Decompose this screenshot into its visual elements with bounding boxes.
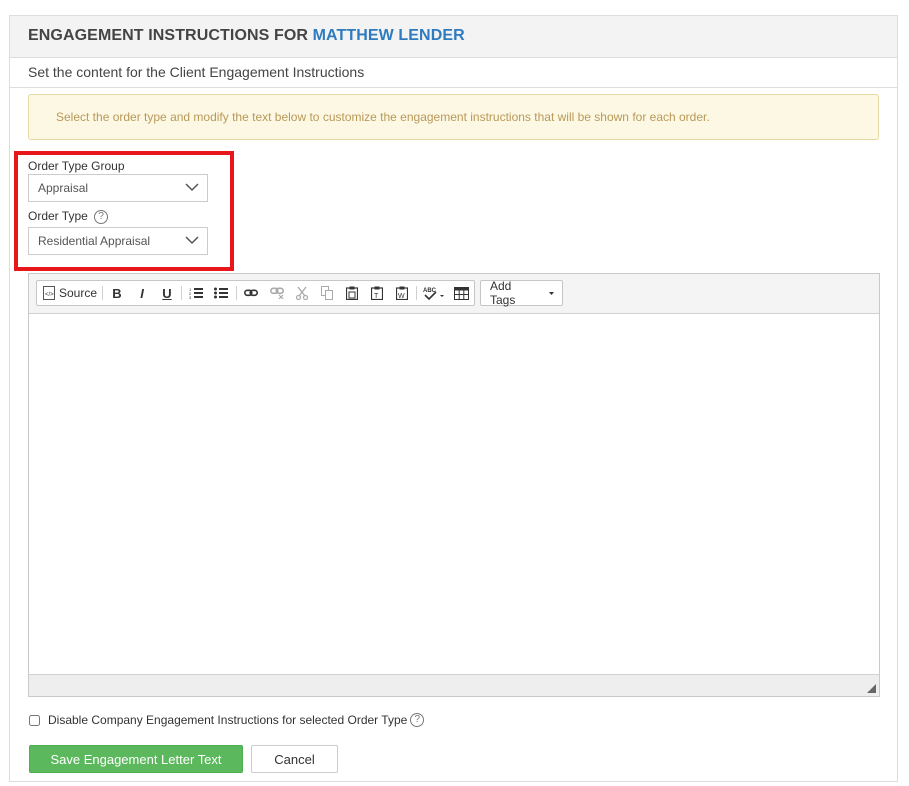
numbered-list-icon: 1 2 3 bbox=[189, 287, 203, 299]
panel-subheader: Set the content for the Client Engagemen… bbox=[10, 58, 897, 88]
order-type-group-select[interactable]: Appraisal bbox=[28, 174, 208, 202]
link-icon bbox=[244, 289, 258, 297]
lender-name: MATTHEW LENDER bbox=[312, 27, 465, 44]
save-engagement-letter-button[interactable]: Save Engagement Letter Text bbox=[29, 745, 243, 773]
editor-toolbar: </> Source B I U 1 2 3 T W ABC Add Tags bbox=[29, 274, 879, 314]
toolbar-separator bbox=[416, 286, 417, 300]
cut-icon bbox=[296, 286, 308, 300]
chevron-down-icon bbox=[185, 236, 199, 245]
rich-text-editor: </> Source B I U 1 2 3 T W ABC Add Tags bbox=[28, 273, 880, 697]
svg-text:T: T bbox=[374, 293, 379, 300]
source-button[interactable]: </> Source bbox=[41, 284, 99, 302]
info-alert: Select the order type and modify the tex… bbox=[28, 94, 879, 140]
resize-handle-icon[interactable] bbox=[867, 684, 876, 693]
source-icon: </> bbox=[42, 286, 55, 300]
underline-button[interactable]: U bbox=[159, 284, 175, 302]
order-type-select[interactable]: Residential Appraisal bbox=[28, 227, 208, 255]
caret-down-icon bbox=[549, 292, 554, 295]
paste-text-icon: T bbox=[371, 286, 383, 300]
bulleted-list-icon bbox=[214, 287, 228, 299]
copy-button[interactable] bbox=[318, 284, 336, 302]
paste-text-button[interactable]: T bbox=[368, 284, 386, 302]
editor-footer bbox=[29, 674, 879, 696]
paste-button[interactable] bbox=[343, 284, 361, 302]
italic-button[interactable]: I bbox=[134, 284, 150, 302]
editor-content-area[interactable] bbox=[29, 314, 879, 674]
toolbar-separator bbox=[181, 286, 182, 300]
numbered-list-button[interactable]: 1 2 3 bbox=[187, 284, 205, 302]
copy-icon bbox=[321, 286, 333, 300]
spellcheck-button[interactable]: ABC bbox=[422, 284, 446, 302]
toolbar-separator bbox=[236, 286, 237, 300]
toolbar-button-group: </> Source B I U 1 2 3 T W ABC bbox=[36, 280, 475, 306]
order-type-group-label: Order Type Group bbox=[28, 159, 125, 173]
toolbar-separator bbox=[102, 286, 103, 300]
engagement-instructions-panel: ENGAGEMENT INSTRUCTIONS FOR MATTHEW LEND… bbox=[9, 15, 898, 782]
cancel-button[interactable]: Cancel bbox=[251, 745, 338, 773]
paste-icon bbox=[346, 286, 358, 300]
svg-text:3: 3 bbox=[189, 295, 192, 299]
disable-instructions-label: Disable Company Engagement Instructions … bbox=[48, 713, 408, 727]
disable-instructions-checkbox[interactable] bbox=[29, 714, 40, 726]
spellcheck-icon: ABC bbox=[423, 288, 444, 300]
bold-button[interactable]: B bbox=[109, 284, 125, 302]
disable-instructions-row: Disable Company Engagement Instructions … bbox=[29, 713, 425, 727]
paste-word-icon: W bbox=[396, 286, 408, 300]
unlink-button[interactable] bbox=[268, 284, 286, 302]
paste-word-button[interactable]: W bbox=[393, 284, 411, 302]
help-icon[interactable]: ? bbox=[410, 713, 425, 727]
add-tags-dropdown[interactable]: Add Tags bbox=[480, 279, 563, 307]
unlink-icon bbox=[270, 287, 284, 299]
help-icon[interactable]: ? bbox=[94, 210, 109, 224]
page-title: ENGAGEMENT INSTRUCTIONS FOR bbox=[28, 27, 309, 44]
svg-text:W: W bbox=[398, 293, 405, 300]
panel-header: ENGAGEMENT INSTRUCTIONS FOR MATTHEW LEND… bbox=[10, 16, 897, 58]
order-type-label-wrap: Order Type ? bbox=[28, 209, 109, 224]
cut-button[interactable] bbox=[293, 284, 311, 302]
order-type-label: Order Type bbox=[28, 209, 88, 223]
link-button[interactable] bbox=[242, 284, 260, 302]
order-type-group-value: Appraisal bbox=[38, 181, 89, 195]
order-type-value: Residential Appraisal bbox=[38, 234, 151, 248]
add-tags-label: Add Tags bbox=[490, 279, 516, 307]
svg-text:</>: </> bbox=[45, 292, 54, 298]
table-icon bbox=[453, 286, 469, 300]
table-button[interactable] bbox=[451, 284, 471, 302]
bulleted-list-button[interactable] bbox=[212, 284, 230, 302]
chevron-down-icon bbox=[185, 183, 199, 192]
source-label: Source bbox=[58, 286, 98, 300]
